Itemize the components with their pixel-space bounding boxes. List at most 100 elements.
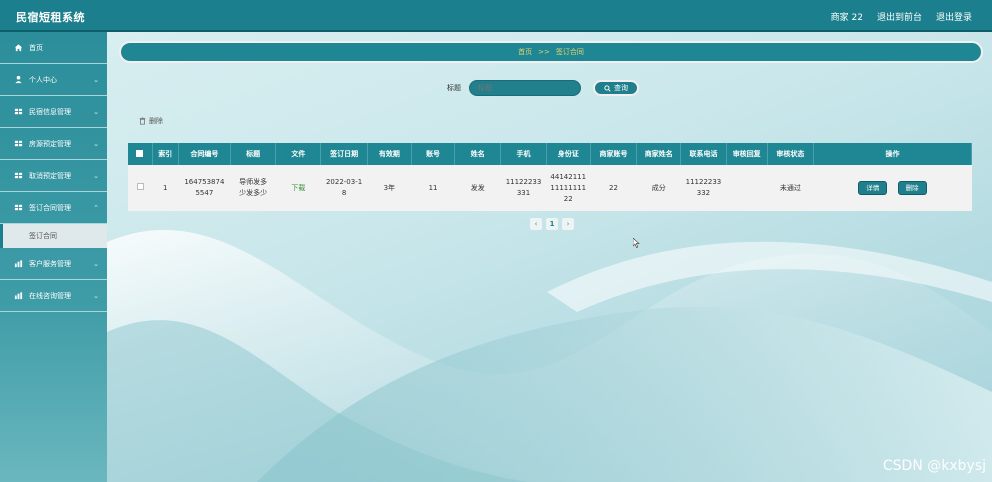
mouse-cursor-icon [633, 238, 640, 248]
cell-title-text: 导师发多少发多少 [239, 178, 268, 197]
user-label: 商家 22 [830, 13, 863, 23]
search-button[interactable]: 查询 [593, 80, 639, 96]
search-bar: 标题 查询 [447, 80, 639, 96]
cell-validity: 3年 [383, 183, 396, 192]
column-header: 有效期 [367, 143, 412, 165]
chevron-up-icon: ⌃ [93, 204, 99, 212]
cell-contract-no: 1647538745547 [178, 165, 230, 211]
select-all-checkbox[interactable] [136, 149, 144, 157]
cell-merchant-account: 22 [609, 183, 618, 192]
column-header: 身份证 [546, 143, 591, 165]
cell-account: 11 [428, 183, 438, 192]
user-icon [15, 75, 22, 84]
column-header: 账号 [411, 143, 456, 165]
column-header: 操作 [813, 143, 972, 165]
search-input[interactable] [469, 80, 581, 96]
chart-icon [14, 260, 23, 268]
cell-contract-no-text: 1647538745547 [184, 178, 225, 197]
background-wave-image [107, 230, 992, 482]
pager-next-button[interactable]: › [562, 218, 574, 230]
sidebar-item-contract[interactable]: 签订合同管理 ⌃ [0, 192, 107, 224]
cell-actions: 详情 删除 [814, 165, 972, 211]
column-header: 商家姓名 [636, 143, 682, 165]
detail-button[interactable]: 详情 [858, 181, 888, 195]
sidebar-item-cancel-booking[interactable]: 取消预定管理 ⌄ [0, 160, 107, 192]
grid-icon [14, 108, 23, 115]
delete-button[interactable]: 删除 [897, 181, 927, 195]
pager-page-button[interactable]: 1 [546, 218, 558, 230]
chevron-down-icon: ⌄ [93, 108, 99, 116]
cell-id-card-text: 441421111111111122 [550, 172, 587, 203]
cell-review-reply [726, 165, 767, 211]
breadcrumb: 首页 >> 签订合同 [119, 41, 983, 63]
chevron-down-icon: ⌄ [93, 140, 99, 148]
trash-icon [139, 117, 146, 125]
cell-date-text: 2022-03-18 [325, 178, 363, 197]
column-header: 审核状态 [767, 143, 815, 165]
cell-id-card: 441421111111111122 [546, 165, 590, 211]
column-header: 审核回复 [726, 143, 768, 165]
sidebar-item-homestay-info[interactable]: 民宿信息管理 ⌄ [0, 96, 107, 128]
chevron-down-icon: ⌄ [93, 260, 99, 268]
batch-delete-button[interactable]: 删除 [139, 116, 163, 126]
cell-merchant-name: 成分 [651, 183, 666, 192]
sidebar-item-label: 客户服务管理 [29, 259, 71, 268]
table-row: 1 1647538745547 导师发多少发多少 下载 2022-03-18 3… [128, 165, 972, 211]
sidebar-item-customer-service[interactable]: 客户服务管理 ⌄ [0, 248, 107, 280]
cell-phone-text: 11122233331 [505, 178, 542, 197]
cell-title: 导师发多少发多少 [231, 165, 276, 211]
sidebar: 首页 个人中心 ⌄ 民宿信息管理 ⌄ 房源预定管理 ⌄ 取消预定管理 ⌄ 签订合… [0, 32, 107, 482]
chevron-down-icon: ⌄ [93, 292, 99, 300]
breadcrumb-current: 签订合同 [555, 48, 584, 56]
home-icon [14, 44, 23, 52]
column-header: 签订日期 [320, 143, 368, 165]
grid-icon [14, 172, 23, 179]
cell-date: 2022-03-18 [321, 165, 367, 211]
search-icon [604, 84, 611, 92]
exit-to-front-link[interactable]: 退出到前台 [877, 10, 922, 23]
app-title: 民宿短租系统 [16, 11, 85, 24]
column-header: 文件 [275, 143, 322, 165]
column-header: 姓名 [454, 143, 502, 165]
select-all-cell[interactable] [128, 143, 153, 165]
cell-file-download-link[interactable]: 下载 [276, 165, 321, 211]
sidebar-item-label: 取消预定管理 [29, 171, 71, 180]
breadcrumb-separator: >> [538, 48, 550, 56]
contracts-table: 索引 合同编号 标题 文件 签订日期 有效期 账号 姓名 手机 身份证 商家账号… [128, 143, 972, 211]
sidebar-item-online-consult[interactable]: 在线咨询管理 ⌄ [0, 280, 107, 312]
breadcrumb-home[interactable]: 首页 [518, 47, 532, 57]
sidebar-item-booking[interactable]: 房源预定管理 ⌄ [0, 128, 107, 160]
sidebar-item-label: 个人中心 [29, 75, 57, 84]
sidebar-item-label: 签订合同管理 [29, 203, 71, 212]
column-header: 合同编号 [178, 143, 232, 165]
pagination: ‹ 1 › [530, 218, 574, 230]
cell-contact-phone-text: 11122233332 [685, 178, 722, 197]
logout-link[interactable]: 退出登录 [936, 10, 972, 23]
cell-name: 发发 [470, 183, 485, 192]
column-header: 联系电话 [680, 143, 727, 165]
column-header: 商家账号 [590, 143, 638, 165]
grid-icon [14, 140, 23, 147]
chevron-down-icon: ⌄ [93, 172, 99, 180]
sidebar-item-personal-center[interactable]: 个人中心 ⌄ [0, 64, 107, 96]
search-button-label: 查询 [614, 84, 628, 92]
grid-icon [14, 204, 23, 211]
chevron-down-icon: ⌄ [93, 76, 99, 84]
sidebar-item-label: 民宿信息管理 [29, 107, 71, 116]
sidebar-subitem-contract[interactable]: 签订合同 [0, 224, 107, 248]
table-header-row: 索引 合同编号 标题 文件 签订日期 有效期 账号 姓名 手机 身份证 商家账号… [128, 143, 972, 165]
column-header: 手机 [500, 143, 547, 165]
row-checkbox[interactable] [136, 182, 144, 190]
watermark: CSDN @kxbysj [882, 458, 986, 474]
top-bar-actions: 商家 22 退出到前台 退出登录 [831, 10, 972, 23]
pager-prev-button[interactable]: ‹ [530, 218, 542, 230]
cell-review-status: 未通过 [779, 183, 801, 192]
column-header: 索引 [152, 143, 179, 165]
sidebar-item-label: 在线咨询管理 [29, 291, 71, 300]
cell-phone: 11122233331 [501, 165, 546, 211]
sidebar-item-label: 首页 [29, 43, 43, 52]
batch-delete-label: 删除 [149, 117, 163, 125]
sidebar-item-label: 房源预定管理 [29, 139, 71, 148]
cell-contact-phone: 11122233332 [681, 165, 726, 211]
sidebar-item-home[interactable]: 首页 [0, 32, 107, 64]
